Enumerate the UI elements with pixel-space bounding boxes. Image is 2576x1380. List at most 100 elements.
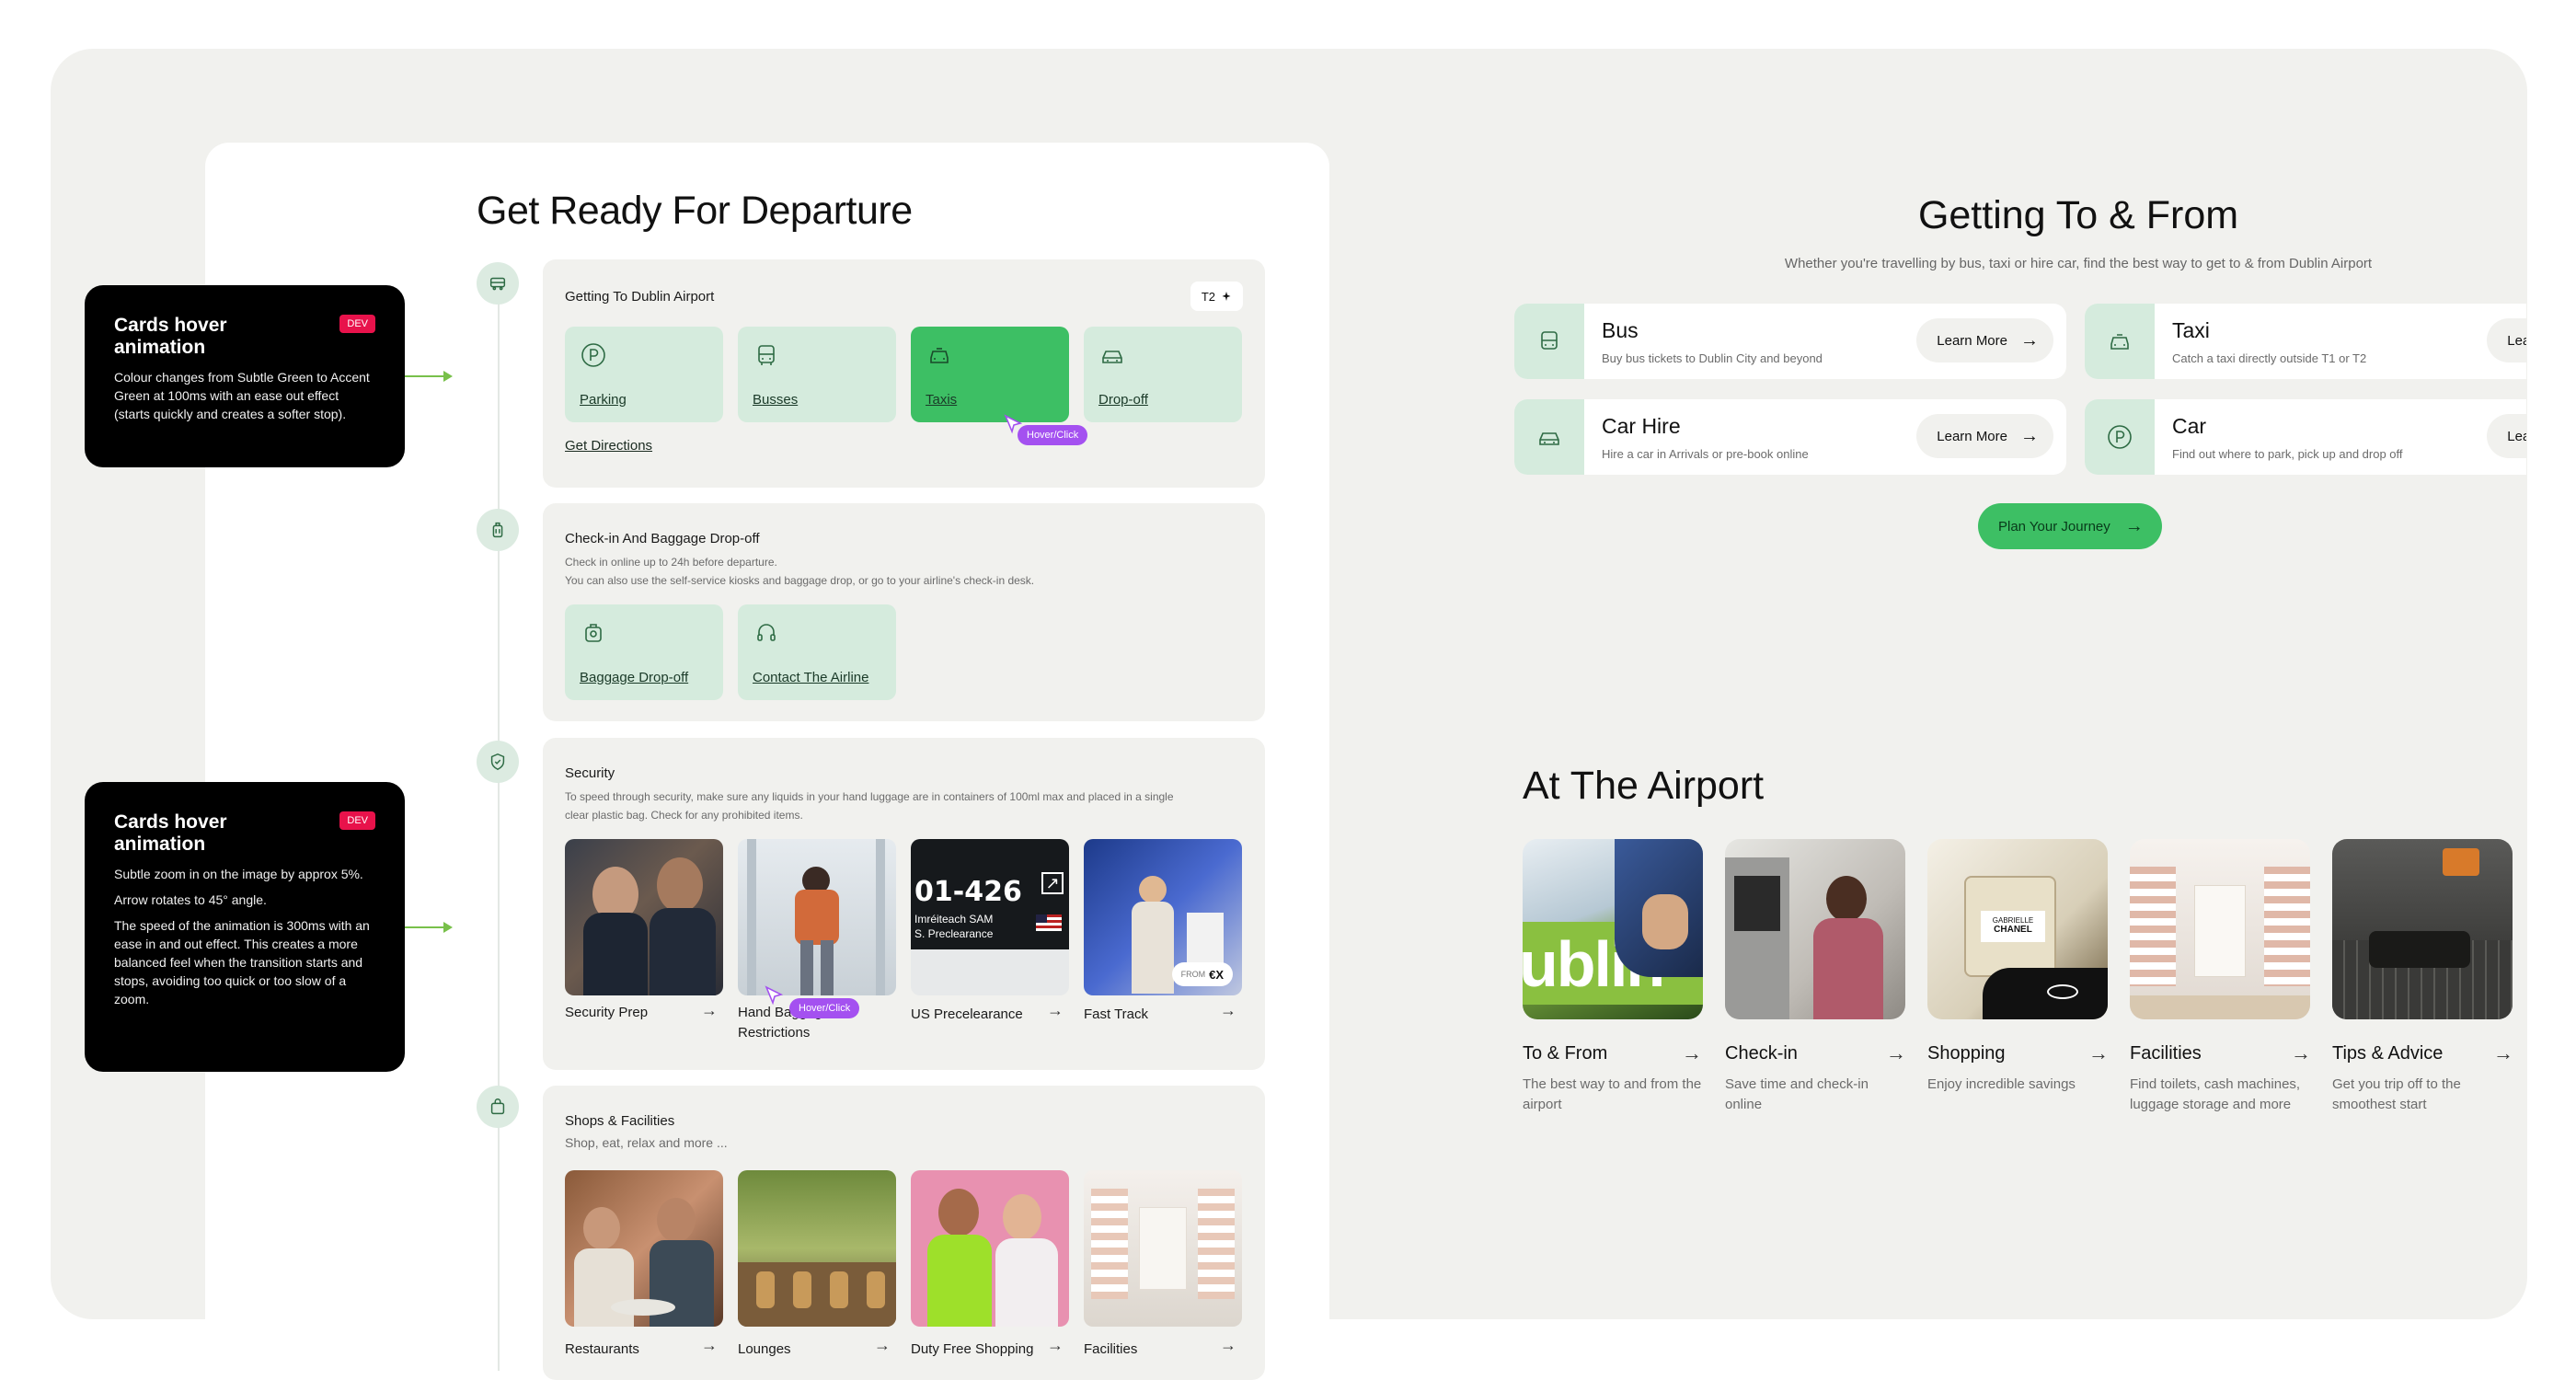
desc-line: You can also use the self-service kiosks… (565, 574, 1035, 587)
plan-journey-button[interactable]: Plan Your Journey → (1978, 503, 2162, 549)
annotation-text: Subtle zoom in on the image by approx 5%… (114, 867, 363, 881)
button-label: Plan Your Journey (1998, 518, 2110, 535)
tips-advice-image[interactable] (2332, 839, 2513, 1019)
taxi-icon (2085, 304, 2155, 379)
section-title: Security (565, 765, 615, 781)
tile-label: Parking (580, 392, 627, 408)
learn-more-button[interactable]: Learn More→ (2487, 318, 2526, 362)
arrow-right-icon: → (2020, 329, 2039, 351)
card-title: Car Hire (1602, 414, 1681, 438)
desc-line: Check in online up to 24h before departu… (565, 556, 777, 569)
card-title[interactable]: To & From (1523, 1043, 1607, 1064)
terminal-selector[interactable]: T2 (1190, 282, 1243, 311)
headset-icon (757, 624, 776, 641)
label-text: CHANEL (1994, 925, 2032, 935)
card-label[interactable]: Restaurants (565, 1340, 639, 1360)
card-desc: Find toilets, cash machines, luggage sto… (2130, 1076, 2301, 1112)
arrow-sign-icon: ↗ (1041, 872, 1064, 894)
card-subtitle: Catch a taxi directly outside T1 or T2 (2172, 351, 2367, 365)
timeline-luggage-icon (477, 509, 519, 551)
card-subtitle: Hire a car in Arrivals or pre-book onlin… (1602, 447, 1809, 461)
check-in-image[interactable] (1725, 839, 1905, 1019)
facilities-image[interactable] (1084, 1170, 1242, 1327)
parking-icon (2085, 399, 2155, 475)
security-section: Security To speed through security, make… (543, 738, 1265, 1070)
transport-card-taxi[interactable]: Taxi Catch a taxi directly outside T1 or… (2085, 304, 2526, 379)
perfume-label: GABRIELLE CHANEL (1981, 911, 2045, 942)
getting-to-from-subtitle: Whether you're travelling by bus, taxi o… (1784, 256, 2373, 271)
timeline-shield-icon (477, 741, 519, 783)
shops-section: Shops & Facilities Shop, eat, relax and … (543, 1086, 1265, 1380)
annotation-text: The speed of the animation is 300ms with… (114, 918, 370, 1006)
fast-track-image[interactable]: FROM €X (1084, 839, 1242, 995)
learn-more-button[interactable]: Learn More → (1916, 414, 2053, 458)
card-label[interactable]: Facilities (1084, 1340, 1137, 1360)
label-text: GABRIELLE (1992, 916, 2034, 925)
get-directions-link[interactable]: Get Directions (565, 438, 652, 454)
card-label[interactable]: Fast Track (1084, 1005, 1148, 1025)
arrow-right-icon: → (1220, 1336, 1236, 1354)
hand-baggage-image[interactable] (738, 839, 896, 995)
label-line: Restrictions (738, 1025, 811, 1041)
tile-taxis[interactable]: Taxis (911, 327, 1069, 422)
sign-irish: Imréiteach SAM (914, 913, 994, 926)
connector-arrow-icon (443, 922, 453, 933)
arrow-right-icon: → (1682, 1041, 1702, 1064)
us-flag-icon (1036, 914, 1062, 931)
sign-english: S. Preclearance (914, 927, 994, 940)
card-title: Bus (1602, 318, 1639, 342)
section-title: Getting To Dublin Airport (565, 289, 715, 305)
restaurants-image[interactable] (565, 1170, 723, 1327)
button-label: Learn More (2507, 332, 2526, 349)
facilities-image[interactable] (2130, 839, 2310, 1019)
tile-drop-off[interactable]: Drop-off (1084, 327, 1242, 422)
card-label[interactable]: US Precelearance (911, 1005, 1023, 1025)
cursor-icon (765, 985, 784, 1006)
tile-baggage-drop-off[interactable]: Baggage Drop-off (565, 604, 723, 700)
arrow-right-icon: → (2124, 515, 2144, 536)
card-label[interactable]: Security Prep (565, 1003, 648, 1023)
learn-more-button[interactable]: Learn More→ (1916, 318, 2053, 362)
arrow-right-icon: → (1047, 1336, 1064, 1354)
lounges-image[interactable] (738, 1170, 896, 1327)
terminal-label: T2 (1201, 289, 1215, 304)
button-label: Learn More (1937, 428, 2007, 444)
hover-click-tag: Hover/Click (789, 998, 860, 1018)
transport-card-bus[interactable]: Bus Buy bus tickets to Dublin City and b… (1514, 304, 2066, 379)
tile-contact-airline[interactable]: Contact The Airline (738, 604, 896, 700)
bus-icon (758, 345, 775, 365)
card-desc: Save time and check-in online (1725, 1076, 1869, 1112)
tile-parking[interactable]: Parking (565, 327, 723, 422)
getting-to-from-title: Getting To & From (1917, 193, 2239, 237)
learn-more-button[interactable]: Learn More→ (2487, 414, 2526, 458)
section-desc: Shop, eat, relax and more ... (565, 1135, 728, 1150)
card-label[interactable]: Lounges (738, 1340, 791, 1360)
us-preclearance-image[interactable]: 01-426 Imréiteach SAM S. Preclearance ↗ (911, 839, 1069, 995)
card-title[interactable]: Check-in (1725, 1043, 1798, 1064)
transport-card-car[interactable]: Car Find out where to park, pick up and … (2085, 399, 2526, 475)
sign-number: 01-426 (914, 876, 1022, 908)
tile-label: Contact The Airline (753, 670, 869, 685)
card-title[interactable]: Tips & Advice (2332, 1043, 2443, 1064)
security-prep-image[interactable] (565, 839, 723, 995)
arrow-right-icon: → (2020, 425, 2039, 446)
tile-label: Taxis (926, 392, 958, 408)
card-label[interactable]: Duty Free Shopping (911, 1340, 1033, 1360)
connector-arrow-icon (443, 371, 453, 382)
getting-to-section: Getting To Dublin Airport T2 Parking Bus… (543, 259, 1265, 488)
car-icon (1102, 351, 1122, 363)
arrow-right-icon: → (2291, 1041, 2311, 1064)
tile-busses[interactable]: Busses (738, 327, 896, 422)
dev-badge: DEV (339, 811, 375, 830)
shopping-image[interactable]: GABRIELLE CHANEL (1927, 839, 2108, 1019)
card-desc: The best way to and from the airport (1523, 1076, 1702, 1112)
card-title[interactable]: Shopping (1927, 1043, 2006, 1064)
transport-cards-clip: Bus Buy bus tickets to Dublin City and b… (1514, 304, 2526, 488)
transport-card-car-hire[interactable]: Car Hire Hire a car in Arrivals or pre-b… (1514, 399, 2066, 475)
car-icon (1514, 399, 1584, 475)
card-title[interactable]: Facilities (2130, 1043, 2202, 1064)
duty-free-image[interactable] (911, 1170, 1069, 1327)
to-from-image[interactable]: ublin (1523, 839, 1703, 1019)
card-desc: Enjoy incredible savings (1927, 1076, 2076, 1092)
card-title: Car (2172, 414, 2207, 438)
